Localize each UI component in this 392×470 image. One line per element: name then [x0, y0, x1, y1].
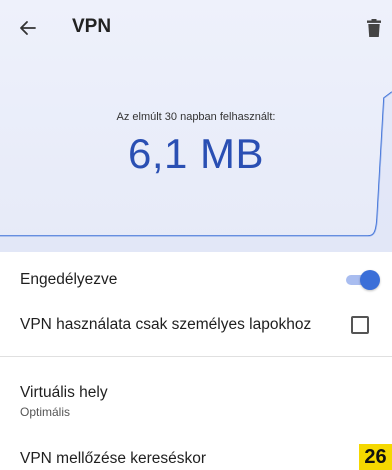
usage-header: VPN Az elmúlt 30 napban felhasznált: 6,1… [0, 0, 392, 252]
virtual-location-label: Virtuális hely [20, 384, 108, 401]
delete-button[interactable] [358, 12, 390, 44]
divider [0, 356, 392, 357]
page-number-badge: 26 [359, 444, 392, 470]
enabled-row[interactable]: Engedélyezve [0, 252, 392, 308]
toggle-knob [360, 270, 380, 290]
page-title: VPN [72, 16, 112, 37]
enabled-toggle[interactable] [344, 269, 380, 291]
bypass-search-label: VPN mellőzése kereséskor [20, 450, 207, 467]
virtual-location-row[interactable]: Virtuális hely Optimális [0, 372, 392, 422]
trash-icon [367, 19, 381, 37]
usage-caption: Az elmúlt 30 napban felhasznált: [116, 111, 276, 123]
personal-tabs-checkbox[interactable] [351, 316, 369, 334]
personal-tabs-row[interactable]: VPN használata csak személyes lapokhoz [0, 308, 392, 352]
arrow-left-icon [20, 21, 36, 35]
virtual-location-value: Optimális [20, 405, 71, 419]
usage-value: 6,1 MB [127, 130, 265, 177]
enabled-label: Engedélyezve [20, 271, 118, 288]
personal-tabs-label: VPN használata csak személyes lapokhoz [20, 316, 312, 333]
back-button[interactable] [8, 8, 48, 48]
bypass-search-row[interactable]: VPN mellőzése kereséskor [0, 440, 392, 470]
app-bar: VPN [0, 0, 392, 56]
